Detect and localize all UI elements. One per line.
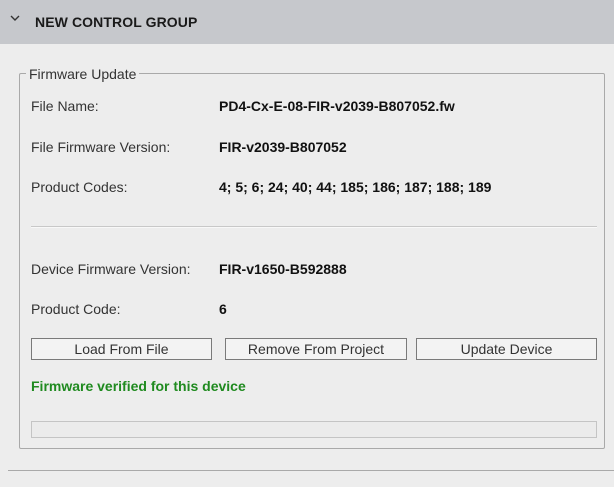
device-firmware-version-value: FIR-v1650-B592888	[219, 261, 347, 277]
product-code-value: 6	[219, 301, 227, 317]
control-group-title: NEW CONTROL GROUP	[35, 14, 198, 30]
product-codes-label: Product Codes:	[31, 179, 128, 195]
firmware-update-legend: Firmware Update	[26, 66, 140, 82]
device-firmware-version-label: Device Firmware Version:	[31, 261, 191, 277]
product-code-label: Product Code:	[31, 301, 121, 317]
file-firmware-version-label: File Firmware Version:	[31, 139, 171, 155]
file-firmware-version-value: FIR-v2039-B807052	[219, 139, 347, 155]
update-device-button[interactable]: Update Device	[416, 338, 597, 360]
product-codes-value: 4; 5; 6; 24; 40; 44; 185; 186; 187; 188;…	[219, 179, 492, 195]
chevron-down-icon[interactable]	[8, 11, 22, 25]
firmware-status-message: Firmware verified for this device	[31, 378, 246, 394]
control-group-panel: NEW CONTROL GROUP Firmware Update File N…	[0, 0, 614, 487]
section-separator	[31, 226, 597, 228]
load-from-file-button[interactable]: Load From File	[31, 338, 212, 360]
remove-from-project-button[interactable]: Remove From Project	[225, 338, 407, 360]
bottom-divider	[8, 470, 614, 471]
file-name-value: PD4-Cx-E-08-FIR-v2039-B807052.fw	[219, 98, 455, 114]
file-name-label: File Name:	[31, 98, 99, 114]
control-group-header[interactable]: NEW CONTROL GROUP	[0, 0, 614, 44]
update-progress-bar	[31, 421, 597, 438]
